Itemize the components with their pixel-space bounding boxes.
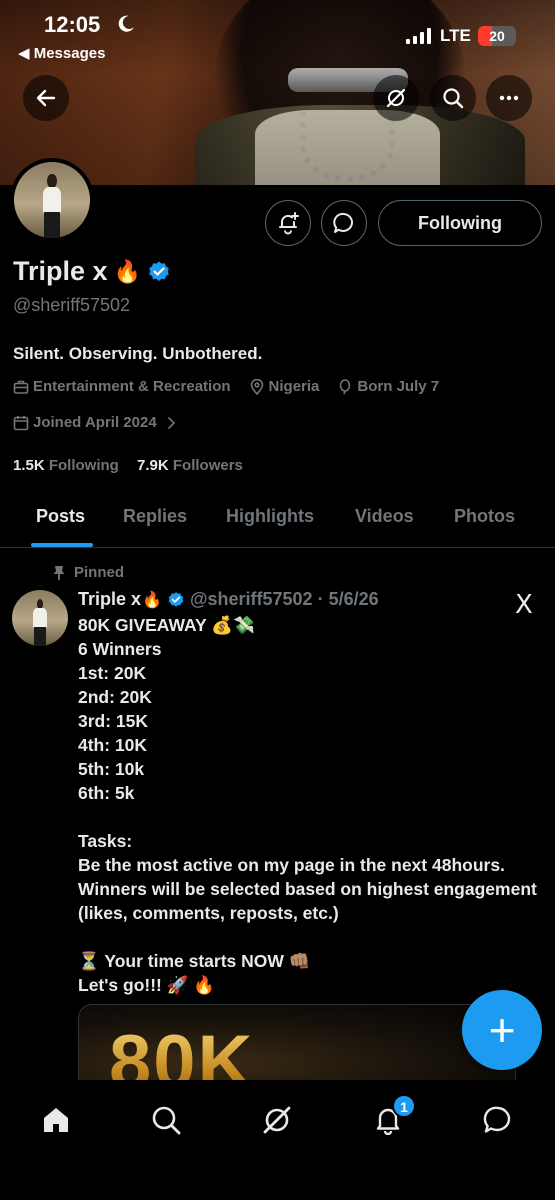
category-text: Entertainment & Recreation: [33, 378, 231, 395]
tab-posts[interactable]: Posts: [36, 506, 85, 527]
post-author-name: Triple x: [78, 589, 142, 609]
compose-button[interactable]: +: [462, 990, 542, 1070]
joined-text: Joined April 2024: [33, 414, 157, 431]
signal-icon: [406, 28, 431, 44]
bottom-nav: 1: [0, 1080, 555, 1200]
nav-search[interactable]: [146, 1100, 186, 1140]
following-button[interactable]: Following: [378, 200, 542, 246]
location-pin-icon: [250, 378, 263, 395]
post-avatar-photo: [12, 590, 68, 646]
nav-grok[interactable]: [257, 1100, 297, 1140]
search-button[interactable]: [430, 75, 476, 121]
balloon-icon: [340, 378, 351, 394]
followers-count: 7.9K: [137, 457, 169, 474]
follow-stats: 1.5K Following 7.9K Followers: [13, 457, 243, 474]
avatar-photo: [14, 162, 90, 238]
category-item: Entertainment & Recreation: [13, 378, 231, 395]
status-bar: 12:05 ◀ Messages LTE 20: [0, 0, 555, 70]
battery-percent: 20: [489, 28, 505, 44]
messages-icon: [483, 1106, 511, 1133]
following-count: 1.5K: [13, 457, 45, 474]
active-tab-indicator: [31, 543, 93, 547]
chevron-right-icon: [167, 416, 175, 429]
profile-meta-row-2[interactable]: Joined April 2024: [13, 414, 195, 431]
profile-handle: @sheriff57502: [13, 295, 131, 315]
following-label: Following: [48, 457, 119, 474]
message-button[interactable]: [321, 200, 367, 246]
joined-item[interactable]: Joined April 2024: [13, 414, 177, 431]
moon-icon: [118, 15, 134, 32]
more-icon: [499, 95, 519, 101]
back-button[interactable]: [23, 75, 69, 121]
tab-photos[interactable]: Photos: [454, 506, 515, 527]
pinned-text: Pinned: [74, 564, 125, 581]
notify-button[interactable]: [265, 200, 311, 246]
birthday-text: Born July 7: [357, 378, 440, 395]
notification-badge: 1: [392, 1094, 416, 1118]
profile-name-text: Triple x: [13, 256, 108, 286]
post-author-emoji: 🔥: [142, 591, 162, 609]
bell-plus-icon: [279, 212, 299, 235]
tab-videos[interactable]: Videos: [355, 506, 414, 527]
birthday-item: Born July 7: [337, 378, 439, 395]
avatar-person: [42, 174, 62, 238]
profile-avatar[interactable]: [10, 158, 94, 242]
pinned-label: Pinned: [52, 564, 124, 581]
search-icon: [443, 88, 464, 109]
location-text: Nigeria: [268, 378, 320, 395]
followers-link[interactable]: 7.9K Followers: [137, 457, 243, 474]
location-item: Nigeria: [249, 378, 320, 395]
nav-home[interactable]: [36, 1100, 76, 1140]
fire-emoji: 🔥: [113, 258, 141, 284]
nav-messages[interactable]: [478, 1100, 518, 1140]
tab-highlights[interactable]: Highlights: [226, 506, 314, 527]
profile-meta-row-1: Entertainment & Recreation Nigeria Born …: [13, 378, 457, 395]
network-type: LTE: [440, 26, 471, 45]
post-avatar-person: [33, 598, 47, 646]
status-time: 12:05: [44, 12, 101, 37]
post-header[interactable]: Triple x 🔥 @sheriff57502 · 5/6/26: [78, 589, 379, 610]
briefcase-icon: [13, 380, 29, 394]
calendar-icon: [13, 415, 29, 430]
back-to-messages-link[interactable]: ◀ Messages: [18, 44, 105, 62]
more-button[interactable]: [486, 75, 532, 121]
grok-icon: [386, 88, 406, 108]
verified-badge-icon[interactable]: [147, 260, 171, 284]
chat-bubble-icon: [333, 212, 353, 233]
pin-icon: [53, 565, 65, 580]
arrow-left-icon: [36, 89, 56, 107]
profile-name: Triple x 🔥: [13, 256, 171, 287]
battery-indicator: 20: [478, 26, 516, 46]
following-link[interactable]: 1.5K Following: [13, 457, 119, 474]
profile-tabs: Posts Replies Highlights Videos Photos: [0, 500, 555, 548]
grok-icon: [263, 1106, 291, 1134]
grok-button[interactable]: [373, 75, 419, 121]
profile-bio: Silent. Observing. Unbothered.: [13, 344, 263, 363]
tab-replies[interactable]: Replies: [123, 506, 187, 527]
followers-label: Followers: [172, 457, 243, 474]
search-icon: [152, 1106, 181, 1135]
post-text: 80K GIVEAWAY 💰💸 6 Winners 1st: 20K 2nd: …: [78, 615, 537, 995]
home-icon: [44, 1108, 68, 1132]
post-author-avatar[interactable]: [12, 590, 68, 646]
verified-badge-icon: [168, 591, 184, 607]
post-handle-date: @sheriff57502 · 5/6/26: [189, 589, 379, 609]
